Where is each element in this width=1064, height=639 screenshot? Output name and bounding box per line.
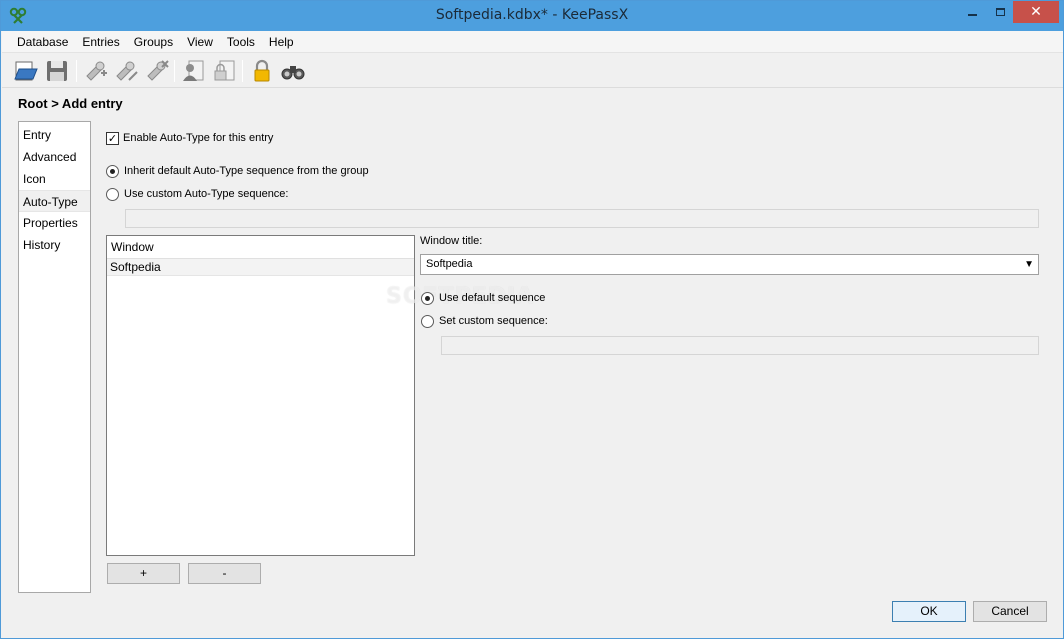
category-auto-type[interactable]: Auto-Type (19, 190, 90, 212)
toolbar (2, 54, 1063, 88)
remove-window-button[interactable]: - (188, 563, 261, 584)
copy-username-icon[interactable] (180, 58, 206, 84)
menu-bar: Database Entries Groups View Tools Help (2, 31, 1063, 53)
add-entry-icon[interactable] (83, 58, 109, 84)
delete-entry-icon[interactable] (144, 58, 170, 84)
set-custom-sequence-radio[interactable] (421, 315, 434, 328)
add-window-button[interactable]: + (107, 563, 180, 584)
breadcrumb: Root > Add entry (18, 96, 123, 111)
minimize-button[interactable] (959, 1, 985, 23)
inherit-sequence-label: Inherit default Auto-Type sequence from … (124, 165, 369, 177)
custom-sequence-field[interactable] (125, 209, 1039, 228)
window-title-value: Softpedia (426, 258, 473, 270)
maximize-button[interactable] (987, 1, 1013, 23)
list-item[interactable]: Softpedia (107, 259, 414, 276)
window-association-list: Window Softpedia (106, 235, 415, 556)
category-advanced[interactable]: Advanced (19, 146, 90, 168)
menu-view[interactable]: View (180, 35, 220, 49)
maximize-icon (995, 8, 1005, 16)
close-icon: ✕ (1030, 4, 1042, 20)
set-custom-sequence-label: Set custom sequence: (439, 315, 548, 327)
window-title: Softpedia.kdbx* - KeePassX (435, 7, 629, 23)
category-icon[interactable]: Icon (19, 168, 90, 190)
custom-sequence-radio[interactable] (106, 188, 119, 201)
toolbar-separator (76, 60, 77, 82)
copy-password-icon[interactable] (211, 58, 237, 84)
ok-button[interactable]: OK (892, 601, 966, 622)
menu-groups[interactable]: Groups (127, 35, 180, 49)
toolbar-separator (174, 60, 175, 82)
minimize-icon (967, 14, 977, 16)
open-database-icon[interactable] (13, 58, 39, 84)
menu-entries[interactable]: Entries (75, 35, 126, 49)
search-icon[interactable] (280, 58, 306, 84)
close-button[interactable]: ✕ (1013, 1, 1059, 23)
default-sequence-label: Use default sequence (439, 292, 546, 304)
lock-database-icon[interactable] (249, 58, 275, 84)
cancel-button[interactable]: Cancel (973, 601, 1047, 622)
default-sequence-radio[interactable] (421, 292, 434, 305)
window-title-label: Window title: (420, 235, 483, 247)
main-window: Softpedia.kdbx* - KeePassX ✕ Database En… (0, 0, 1064, 639)
inherit-sequence-radio[interactable] (106, 165, 119, 178)
window-title-combo[interactable]: Softpedia ▼ (420, 254, 1039, 275)
category-entry[interactable]: Entry (19, 124, 90, 146)
window-sequence-field[interactable] (441, 336, 1039, 355)
edit-entry-icon[interactable] (113, 58, 139, 84)
chevron-down-icon[interactable]: ▼ (1024, 255, 1034, 274)
save-database-icon[interactable] (44, 58, 70, 84)
toolbar-separator (242, 60, 243, 82)
enable-autotype-checkbox[interactable]: ✓ (106, 132, 119, 145)
category-history[interactable]: History (19, 234, 90, 256)
title-bar: Softpedia.kdbx* - KeePassX ✕ (1, 1, 1063, 31)
custom-sequence-label: Use custom Auto-Type sequence: (124, 188, 289, 200)
menu-database[interactable]: Database (10, 35, 75, 49)
menu-help[interactable]: Help (262, 35, 301, 49)
category-list: Entry Advanced Icon Auto-Type Properties… (18, 121, 91, 593)
menu-tools[interactable]: Tools (220, 35, 262, 49)
enable-autotype-label: Enable Auto-Type for this entry (123, 132, 274, 144)
category-properties[interactable]: Properties (19, 212, 90, 234)
window-column-header[interactable]: Window (107, 236, 414, 259)
